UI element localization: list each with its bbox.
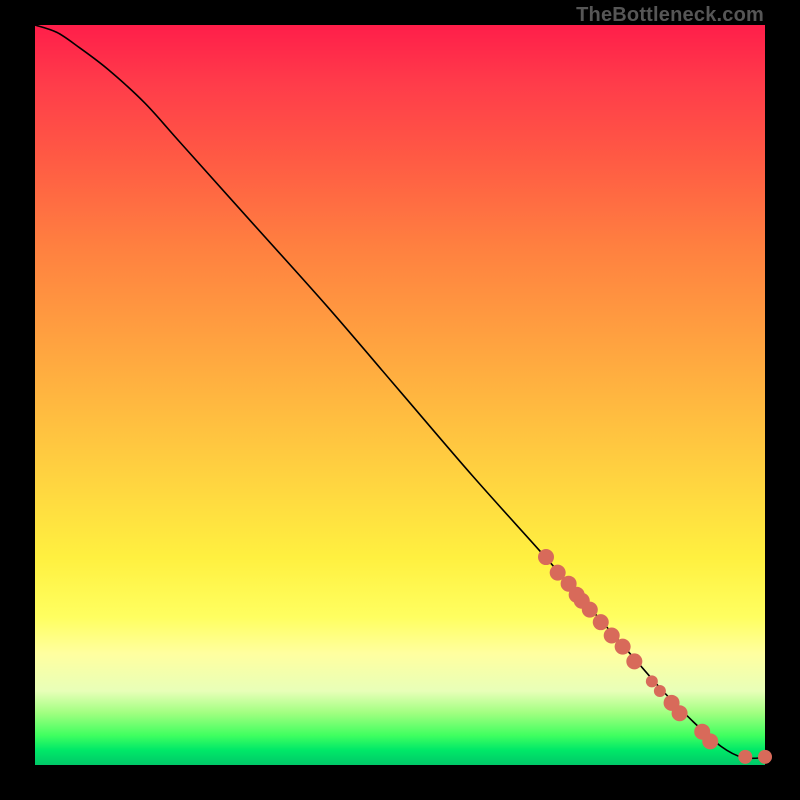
watermark-text: TheBottleneck.com xyxy=(576,4,764,27)
chart-stage: TheBottleneck.com xyxy=(0,0,800,800)
marker-dot xyxy=(654,685,666,697)
marker-dot xyxy=(626,653,642,669)
marker-dot xyxy=(702,733,718,749)
marker-dot xyxy=(758,750,772,764)
marker-dot xyxy=(582,602,598,618)
marker-dot xyxy=(738,750,752,764)
marker-dot xyxy=(672,705,688,721)
marker-group xyxy=(538,549,772,764)
marker-dot xyxy=(593,614,609,630)
marker-dot xyxy=(538,549,554,565)
marker-dot xyxy=(646,675,658,687)
line-series xyxy=(35,25,765,758)
chart-overlay xyxy=(35,25,765,765)
marker-dot xyxy=(615,639,631,655)
plot-area xyxy=(35,25,765,765)
